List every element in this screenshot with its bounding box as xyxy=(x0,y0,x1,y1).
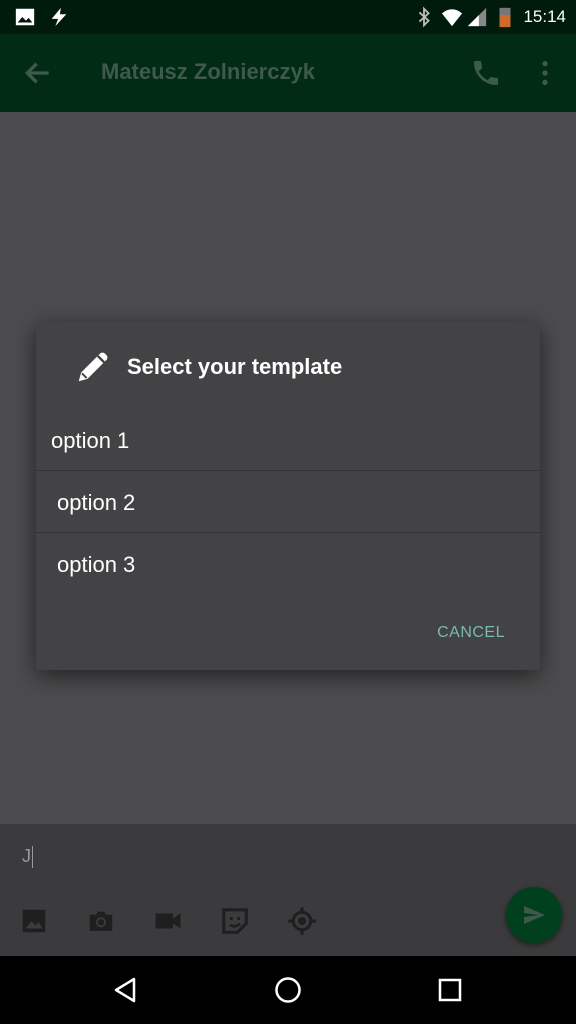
bluetooth-icon xyxy=(418,6,430,28)
wifi-icon xyxy=(441,9,463,27)
option-label: option 2 xyxy=(57,490,136,515)
option-label: option 3 xyxy=(57,552,136,577)
signal-icon xyxy=(467,7,487,27)
recents-nav-icon[interactable] xyxy=(436,976,464,1004)
image-icon xyxy=(15,8,35,26)
status-time: 15:14 xyxy=(523,7,566,26)
template-option-3[interactable]: option 3 xyxy=(36,534,540,596)
location-icon[interactable] xyxy=(287,906,317,936)
dialog-title: Select your template xyxy=(127,354,343,379)
conversation-title: Mateusz Zolnierczyk xyxy=(101,59,315,84)
template-dialog: Select your template option 1 option 2 o… xyxy=(36,322,540,670)
template-option-1[interactable]: option 1 xyxy=(36,410,540,472)
battery-icon xyxy=(499,7,511,28)
video-icon[interactable] xyxy=(153,906,183,936)
camera-icon[interactable] xyxy=(86,906,116,936)
divider xyxy=(36,470,540,471)
status-bar: 15:14 xyxy=(0,0,576,34)
back-arrow-icon[interactable] xyxy=(22,57,54,89)
message-input[interactable]: J xyxy=(22,846,31,867)
more-vert-icon[interactable] xyxy=(529,57,561,89)
text-cursor xyxy=(32,846,33,868)
sticker-icon[interactable] xyxy=(220,906,250,936)
flash-icon xyxy=(51,7,67,27)
image-icon[interactable] xyxy=(19,906,49,936)
template-option-2[interactable]: option 2 xyxy=(36,472,540,534)
message-composer: J xyxy=(0,824,576,956)
phone-icon[interactable] xyxy=(470,57,502,89)
send-icon xyxy=(524,906,545,924)
option-label: option 1 xyxy=(51,428,130,453)
cancel-button[interactable]: CANCEL xyxy=(437,624,505,642)
back-nav-icon[interactable] xyxy=(112,976,140,1004)
pencil-icon xyxy=(78,352,108,382)
app-toolbar: Mateusz Zolnierczyk xyxy=(0,34,576,112)
home-nav-icon[interactable] xyxy=(274,976,302,1004)
system-nav-bar xyxy=(0,956,576,1024)
divider xyxy=(36,532,540,533)
send-button[interactable] xyxy=(506,887,562,943)
